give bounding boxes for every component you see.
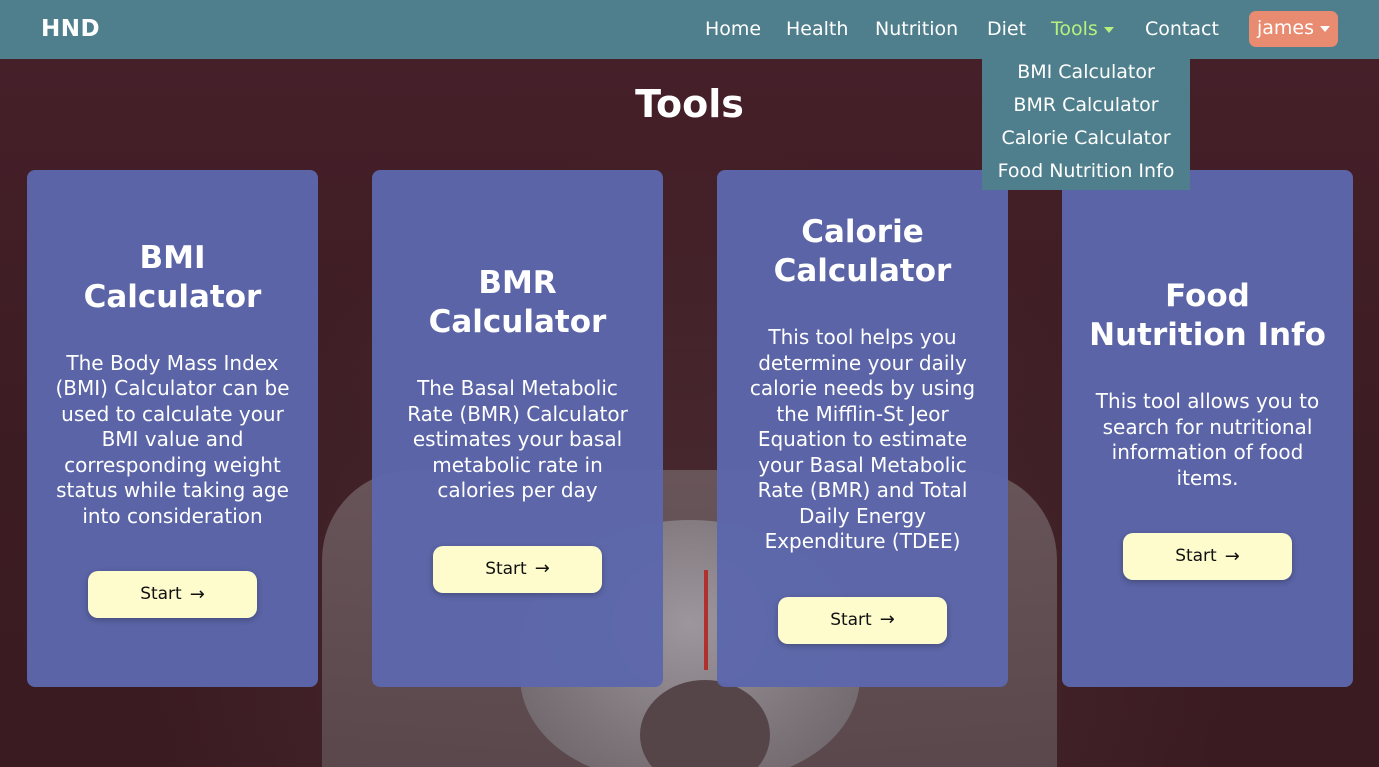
start-button[interactable]: Start → <box>778 596 947 644</box>
card-title: BMI Calculator <box>83 239 262 315</box>
tool-card-bmr: BMR Calculator The Basal Metabolic Rate … <box>372 170 663 687</box>
dropdown-item-food[interactable]: Food Nutrition Info <box>982 155 1190 188</box>
card-description: This tool helps you determine your daily… <box>749 325 976 554</box>
user-name: james <box>1257 17 1315 39</box>
nav-diet[interactable]: Diet <box>987 18 1026 40</box>
background-scale-needle <box>704 570 708 670</box>
nav-links: Home Health Nutrition Diet Tools Contact <box>0 0 1379 59</box>
tool-card-calorie: Calorie Calculator This tool helps you d… <box>717 170 1008 687</box>
dropdown-item-bmi[interactable]: BMI Calculator <box>982 56 1190 89</box>
start-button[interactable]: Start → <box>1123 533 1292 580</box>
arrow-right-icon: → <box>879 609 895 631</box>
start-button-label: Start <box>830 609 872 630</box>
start-button-label: Start <box>1175 546 1217 566</box>
nav-tools[interactable]: Tools <box>1051 18 1114 40</box>
nav-home[interactable]: Home <box>705 18 761 40</box>
start-button[interactable]: Start → <box>433 545 602 593</box>
card-description: The Body Mass Index (BMI) Calculator can… <box>55 350 290 528</box>
arrow-right-icon: → <box>189 583 205 605</box>
tools-dropdown-menu: BMI Calculator BMR Calculator Calorie Ca… <box>982 56 1190 190</box>
nav-contact[interactable]: Contact <box>1145 18 1219 40</box>
navbar: HND Home Health Nutrition Diet Tools Con… <box>0 0 1379 59</box>
card-title: BMR Calculator <box>428 265 607 341</box>
arrow-right-icon: → <box>534 558 550 580</box>
start-button-label: Start <box>140 584 182 605</box>
caret-down-icon <box>1320 25 1331 32</box>
card-title: Food Nutrition Info <box>1089 278 1326 353</box>
start-button[interactable]: Start → <box>88 571 257 619</box>
nav-tools-label: Tools <box>1051 18 1098 40</box>
dropdown-item-bmr[interactable]: BMR Calculator <box>982 89 1190 122</box>
card-description: The Basal Metabolic Rate (BMR) Calculato… <box>407 376 628 503</box>
dropdown-item-calorie[interactable]: Calorie Calculator <box>982 122 1190 155</box>
tool-card-bmi: BMI Calculator The Body Mass Index (BMI)… <box>27 170 318 687</box>
caret-down-icon <box>1103 26 1114 33</box>
arrow-right-icon: → <box>1224 545 1240 567</box>
nav-health[interactable]: Health <box>786 18 848 40</box>
card-title: Calorie Calculator <box>773 214 952 290</box>
start-button-label: Start <box>485 558 527 579</box>
tool-card-food: Food Nutrition Info This tool allows you… <box>1062 170 1353 687</box>
card-description: This tool allows you to search for nutri… <box>1095 389 1320 490</box>
user-menu-button[interactable]: james <box>1249 11 1338 47</box>
nav-nutrition[interactable]: Nutrition <box>875 18 958 40</box>
